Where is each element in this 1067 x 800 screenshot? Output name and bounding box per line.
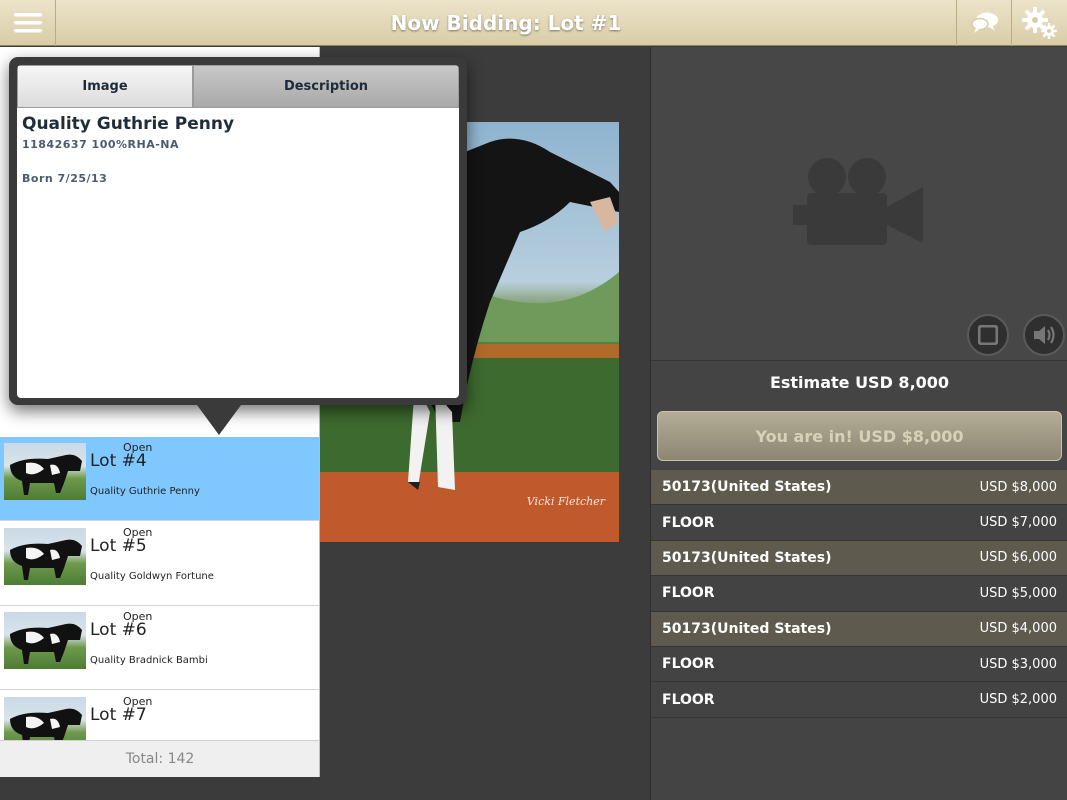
bid-history-list: 50173(United States) USD $8,000 FLOOR USD $… — [651, 470, 1067, 718]
bid-amount: USD $2,000 — [979, 692, 1057, 708]
lot-name: Quality Goldwyn Fortune — [90, 570, 214, 582]
popover-tabs: Image Description — [17, 65, 459, 108]
menu-button[interactable] — [0, 0, 56, 46]
speaker-icon — [1034, 326, 1055, 344]
video-stream-area[interactable] — [651, 47, 1067, 360]
stop-icon — [978, 325, 998, 345]
bid-amount: USD $7,000 — [979, 515, 1057, 531]
bid-bidder: FLOOR — [662, 691, 715, 708]
popover-arrow — [197, 405, 241, 435]
bid-bidder: 50173(United States) — [662, 549, 832, 566]
lot-thumbnail — [4, 443, 86, 500]
lot-total-count: Total: 142 — [0, 740, 319, 777]
bidding-panel: Estimate USD 8,000 You are in! USD $8,00… — [650, 47, 1067, 800]
estimate-label: Estimate USD 8,000 — [769, 373, 950, 392]
lot-list-item[interactable]: Open Lot #6 Quality Bradnick Bambi — [0, 606, 319, 690]
bid-row: 50173(United States) USD $8,000 — [651, 470, 1067, 506]
panel-divider — [651, 360, 1067, 361]
bid-amount: USD $3,000 — [979, 656, 1057, 672]
top-bar: Now Bidding: Lot #1 — [0, 0, 1067, 46]
bid-row: FLOOR USD $3,000 — [651, 646, 1067, 683]
lot-name: Quality Bradnick Bambi — [90, 655, 208, 666]
now-bidding-title: Now Bidding: Lot #1 — [390, 11, 622, 35]
bid-bidder: FLOOR — [662, 514, 715, 531]
bid-row: 50173(United States) USD $4,000 — [651, 611, 1067, 647]
gear-icon — [1021, 7, 1057, 39]
hamburger-menu-icon — [13, 13, 42, 33]
lot-number: Lot #6 — [90, 620, 147, 640]
lot-animal-name: Quality Guthrie Penny — [22, 114, 235, 134]
lot-name: Quality Guthrie Penny — [90, 486, 200, 497]
bid-status-button[interactable]: You are in! USD $8,000 — [657, 411, 1062, 461]
bid-amount: USD $4,000 — [979, 621, 1057, 637]
settings-button[interactable] — [1011, 0, 1067, 46]
lot-detail-popover: Image Description Quality Guthrie Penny … — [9, 57, 467, 405]
stop-button[interactable] — [967, 314, 1009, 356]
bid-row: FLOOR USD $5,000 — [651, 576, 1067, 612]
lot-registration: 11842637 100%RHA-NA — [22, 138, 180, 151]
bid-bidder: FLOOR — [662, 656, 715, 673]
bid-bidder: FLOOR — [662, 585, 715, 602]
sound-button[interactable] — [1023, 314, 1065, 356]
lot-thumbnail — [4, 612, 86, 669]
bid-amount: USD $6,000 — [979, 550, 1057, 566]
lot-number: Lot #4 — [90, 451, 147, 471]
tab-image[interactable]: Image — [17, 65, 193, 108]
tab-description[interactable]: Description — [193, 65, 459, 108]
popover-content: Quality Guthrie Penny 11842637 100%RHA-N… — [17, 108, 459, 398]
lot-number: Lot #5 — [90, 535, 147, 556]
lot-birth-date: Born 7/25/13 — [22, 172, 108, 185]
lot-list-item[interactable]: Open Lot #4 Quality Guthrie Penny — [0, 437, 319, 521]
bid-amount: USD $8,000 — [979, 479, 1057, 495]
bid-amount: USD $5,000 — [979, 585, 1057, 601]
chat-bubbles-icon — [970, 12, 998, 33]
video-camera-icon — [793, 158, 923, 245]
bid-row: FLOOR USD $2,000 — [651, 682, 1067, 718]
lot-number: Lot #7 — [90, 704, 147, 725]
bid-row: FLOOR USD $7,000 — [651, 505, 1067, 541]
chat-button[interactable] — [956, 0, 1012, 46]
lot-thumbnail — [4, 527, 86, 585]
lot-list-item[interactable]: Open Lot #5 Quality Goldwyn Fortune — [0, 521, 319, 606]
bid-bidder: 50173(United States) — [662, 620, 832, 637]
bid-row: 50173(United States) USD $6,000 — [651, 540, 1067, 577]
bid-bidder: 50173(United States) — [662, 479, 832, 496]
photo-signature: Vicki Fletcher — [526, 495, 605, 508]
